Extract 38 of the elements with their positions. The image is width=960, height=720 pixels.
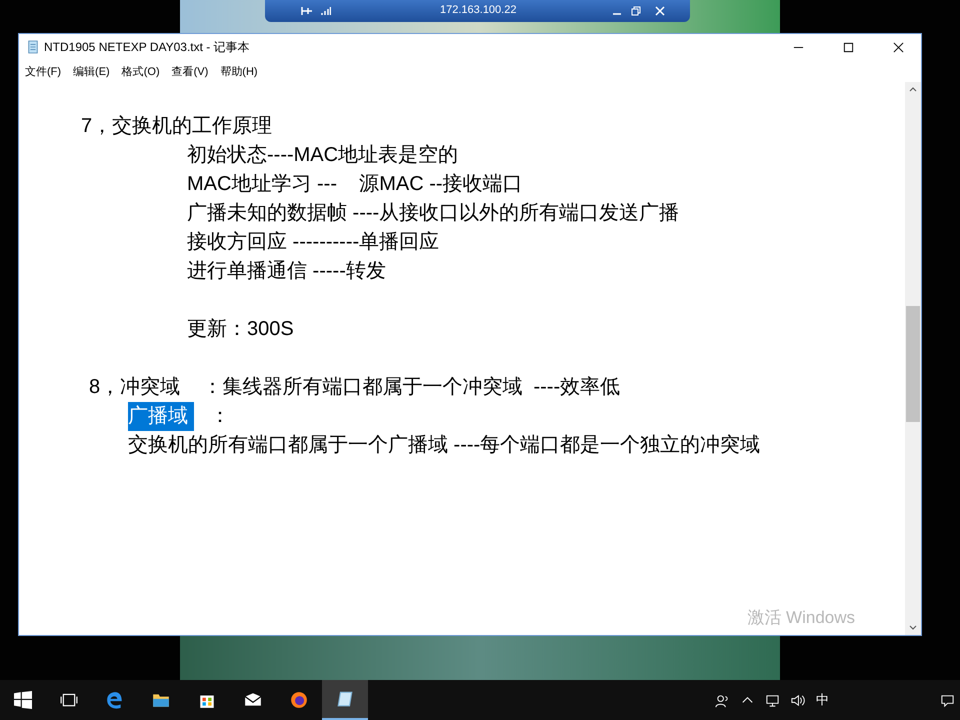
maximize-icon[interactable]	[843, 42, 854, 52]
text-line: 接收方回应 ----------单播回应	[187, 230, 440, 255]
input-method-indicator[interactable]: 中	[816, 691, 829, 709]
text-line: 8，冲突域 ：集线器所有端口都属于一个冲突域 ----效率低	[89, 375, 620, 400]
window-title: NTD1905 NETEXP DAY03.txt - 记事本	[44, 38, 250, 56]
text-line: 广播未知的数据帧 ----从接收口以外的所有端口发送广播	[187, 201, 680, 226]
text-line: 7，交换机的工作原理	[81, 114, 272, 139]
speaker-icon[interactable]	[790, 692, 805, 708]
text-line: 交换机的所有端口都属于一个广播域 ----每个端口都是一个独立的冲突域	[128, 433, 760, 458]
text-line: MAC地址学习 --- 源MAC --接收端口	[187, 172, 523, 197]
people-icon[interactable]	[715, 692, 730, 708]
text-line: 初始状态----MAC地址表是空的	[187, 143, 458, 168]
scroll-up-icon[interactable]	[909, 86, 917, 92]
menu-item[interactable]: 帮助(H)	[220, 64, 258, 78]
network-icon[interactable]	[765, 692, 780, 708]
windows-logo-icon	[14, 691, 32, 709]
task-view-icon	[60, 691, 78, 709]
browser-icon	[106, 691, 124, 709]
active-taskbar-button[interactable]	[322, 680, 368, 720]
signal-icon	[321, 6, 331, 16]
menu-item[interactable]: 文件(F)	[25, 64, 62, 78]
remote-address: 172.163.100.22	[440, 4, 516, 16]
activation-notice: 激活 Windows	[747, 607, 855, 629]
menu-item[interactable]: 格式(O)	[122, 64, 160, 78]
menu-item[interactable]: 编辑(E)	[73, 64, 110, 78]
notepad-icon	[336, 690, 354, 708]
text-line: 更新：300S	[187, 317, 294, 342]
text-line: ：	[209, 404, 230, 429]
selected-text: 广播域	[128, 402, 194, 431]
notification-icon[interactable]	[940, 692, 955, 708]
text-line: 进行单播通信 -----转发	[187, 259, 386, 284]
close-icon[interactable]	[893, 42, 904, 52]
scroll-down-icon[interactable]	[909, 625, 917, 631]
vertical-scrollbar[interactable]	[905, 82, 921, 635]
restore-icon[interactable]	[631, 6, 641, 16]
notepad-icon	[27, 40, 39, 54]
menu-item[interactable]: 查看(V)	[172, 64, 208, 78]
scroll-thumb[interactable]	[906, 306, 920, 422]
